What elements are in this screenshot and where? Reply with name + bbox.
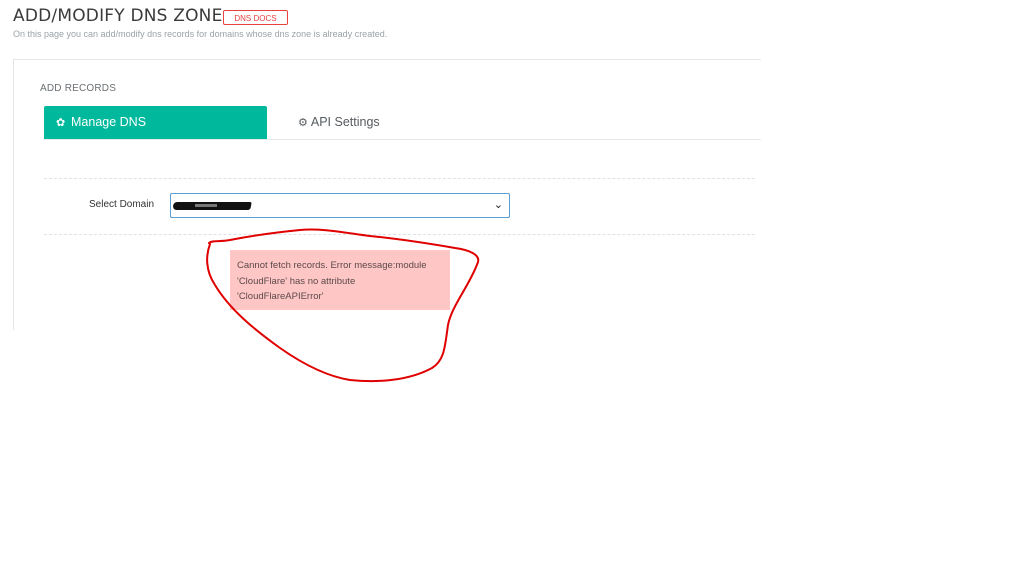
red-annotation-circle (206, 228, 480, 383)
annotation-stroke (206, 228, 480, 383)
